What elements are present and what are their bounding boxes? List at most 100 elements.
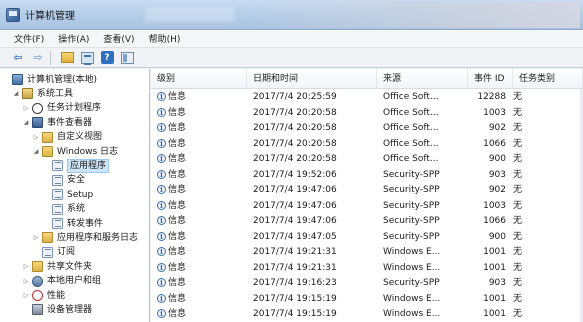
menu-help[interactable]: 帮助(H) <box>142 32 188 45</box>
folder-icon <box>42 146 53 157</box>
back-button[interactable]: ⇦ <box>10 50 26 66</box>
event-row[interactable]: i 信息 2017/7/4 19:21:31 Windows E... 1001 无 <box>151 261 583 277</box>
information-icon: i <box>157 247 166 256</box>
expand-toggle-icon[interactable]: ▷ <box>22 263 30 270</box>
expand-toggle-icon[interactable]: ▷ <box>32 234 40 241</box>
expand-toggle-icon[interactable]: ◢ <box>22 119 30 126</box>
tree-node-label: 应用程序 <box>67 158 110 173</box>
action-pane-icon <box>120 51 134 64</box>
event-datetime-cell: 2017/7/4 20:25:59 <box>253 92 337 102</box>
event-row[interactable]: i 信息 2017/7/4 19:47:06 Security-SPP 902 无 <box>151 183 583 199</box>
tree-node[interactable]: ◢ Windows 日志 <box>32 145 118 158</box>
tree-node[interactable]: 应用程序 <box>42 158 110 173</box>
event-level-cell: i 信息 <box>157 168 245 183</box>
tree-node[interactable]: 订阅 <box>32 246 75 259</box>
column-header-source[interactable]: 来源 <box>377 69 468 89</box>
event-id-cell: 1001 <box>483 309 506 319</box>
tree-node[interactable]: 计算机管理(本地) <box>2 73 97 86</box>
event-category-cell: 无 <box>513 200 523 211</box>
event-level-text: 信息 <box>168 154 187 164</box>
tree-node[interactable]: 系统 <box>42 203 85 216</box>
event-datetime-cell: 2017/7/4 20:20:58 <box>253 107 337 118</box>
information-icon: i <box>157 169 166 179</box>
expand-toggle-icon[interactable]: ▷ <box>22 105 30 112</box>
tree-node[interactable]: ◢ 系统工具 <box>12 87 73 100</box>
event-datetime-cell: 2017/7/4 20:20:58 <box>253 123 337 133</box>
menu-file[interactable]: 文件(F) <box>0 32 51 45</box>
blurred-title-overlay <box>145 8 235 22</box>
expand-toggle-icon[interactable]: ◢ <box>12 90 20 97</box>
expand-toggle-icon[interactable]: ▷ <box>22 292 30 299</box>
event-level-text: 信息 <box>168 216 187 226</box>
event-row[interactable]: i 信息 2017/7/4 20:25:59 Office Soft... 12288 无 <box>151 90 583 106</box>
event-row[interactable]: i 信息 2017/7/4 20:20:58 Office Soft... 1066 无 <box>151 137 583 153</box>
tree-node[interactable]: ▷ 本地用户和组 <box>22 275 101 288</box>
information-icon: i <box>157 92 166 101</box>
tree-node-label: 安全 <box>67 175 86 186</box>
event-source-cell: Windows E... <box>383 309 441 319</box>
event-id-cell: 903 <box>488 169 506 180</box>
event-category-cell: 无 <box>513 138 523 149</box>
event-row[interactable]: i 信息 2017/7/4 19:47:06 Security-SPP 1066 无 <box>151 214 583 230</box>
tree-node-label: 订阅 <box>57 247 76 258</box>
menu-bar: 文件(F) 操作(A) 查看(V) 帮助(H) <box>0 30 583 48</box>
event-level-cell: i 信息 <box>157 199 245 214</box>
forward-arrow-icon: ⇨ <box>33 51 43 64</box>
column-header-datetime[interactable]: 日期和时间 <box>247 69 377 89</box>
tree-node[interactable]: 安全 <box>42 174 85 187</box>
event-category-cell: 无 <box>513 185 523 195</box>
expand-toggle-icon[interactable]: ▷ <box>22 278 30 285</box>
show-hide-tree-button[interactable] <box>79 50 95 66</box>
tree-node[interactable]: ▷ 任务计划程序 <box>22 102 101 115</box>
event-row[interactable]: i 信息 2017/7/4 19:16:23 Security-SPP 903 无 <box>151 276 583 292</box>
event-source-cell: Security-SPP <box>383 278 440 288</box>
action-pane-button[interactable] <box>119 50 135 66</box>
tree-node-label: 共享文件夹 <box>47 261 93 272</box>
event-datetime-cell: 2017/7/4 19:47:06 <box>253 216 337 226</box>
event-row[interactable]: i 信息 2017/7/4 19:21:31 Windows E... 1001 无 <box>151 245 583 261</box>
forward-button[interactable]: ⇨ <box>30 50 46 66</box>
event-id-cell: 900 <box>488 231 506 242</box>
event-row[interactable]: i 信息 2017/7/4 20:20:58 Office Soft... 1003 无 <box>151 106 583 122</box>
event-category-cell: 无 <box>513 169 523 180</box>
tools-icon <box>22 88 33 100</box>
tree-node[interactable]: ◢ 事件查看器 <box>22 116 92 129</box>
event-category-cell: 无 <box>513 293 523 304</box>
event-level-cell: i 信息 <box>157 137 245 152</box>
column-header-task-category[interactable]: 任务类别 <box>513 69 583 89</box>
event-source-cell: Security-SPP <box>383 169 440 180</box>
event-row[interactable]: i 信息 2017/7/4 19:52:06 Security-SPP 903 无 <box>151 168 583 184</box>
information-icon: i <box>157 185 166 194</box>
column-header-level[interactable]: 级别 <box>151 69 247 89</box>
event-row[interactable]: i 信息 2017/7/4 19:47:05 Security-SPP 900 无 <box>151 230 583 246</box>
event-source-cell: Windows E... <box>383 247 441 257</box>
menu-action[interactable]: 操作(A) <box>51 32 96 45</box>
event-level-text: 信息 <box>168 262 187 273</box>
tree-node[interactable]: 设备管理器 <box>22 303 92 316</box>
event-source-cell: Security-SPP <box>383 185 440 195</box>
event-row[interactable]: i 信息 2017/7/4 19:15:19 Windows E... 1001 无 <box>151 292 583 308</box>
shared-folder-icon <box>32 261 43 273</box>
event-row[interactable]: i 信息 2017/7/4 19:15:19 Windows E... 1001 无 <box>151 307 583 322</box>
event-row[interactable]: i 信息 2017/7/4 19:47:06 Security-SPP 1003 无 <box>151 199 583 215</box>
event-row[interactable]: i 信息 2017/7/4 20:20:58 Office Soft... 900 无 <box>151 152 583 168</box>
tree-node[interactable]: ▷ 应用程序和服务日志 <box>32 231 138 244</box>
column-header-event-id[interactable]: 事件 ID <box>468 69 513 89</box>
event-list: 级别 日期和时间 来源 事件 ID 任务类别 i 信息 2017/7/4 20:25… <box>151 69 583 322</box>
information-icon: i <box>157 262 166 272</box>
tree-node[interactable]: ▷ 共享文件夹 <box>22 260 92 273</box>
expand-toggle-icon[interactable]: ▷ <box>32 134 40 141</box>
tree-node[interactable]: 转发事件 <box>42 217 103 230</box>
tree-node[interactable]: ▷ 性能 <box>22 289 65 302</box>
help-button[interactable]: ? <box>99 50 115 66</box>
up-level-button[interactable] <box>59 50 75 66</box>
menu-view[interactable]: 查看(V) <box>96 32 141 45</box>
event-row[interactable]: i 信息 2017/7/4 20:20:58 Office Soft... 902 无 <box>151 121 583 137</box>
event-level-text: 信息 <box>168 278 187 288</box>
event-id-cell: 1001 <box>483 262 506 273</box>
tree-node[interactable]: ▷ 自定义视图 <box>32 131 102 144</box>
event-category-cell: 无 <box>513 231 523 242</box>
expand-toggle-icon[interactable]: ◢ <box>32 148 40 155</box>
tree-node[interactable]: Setup <box>42 188 93 201</box>
help-icon: ? <box>100 51 114 64</box>
